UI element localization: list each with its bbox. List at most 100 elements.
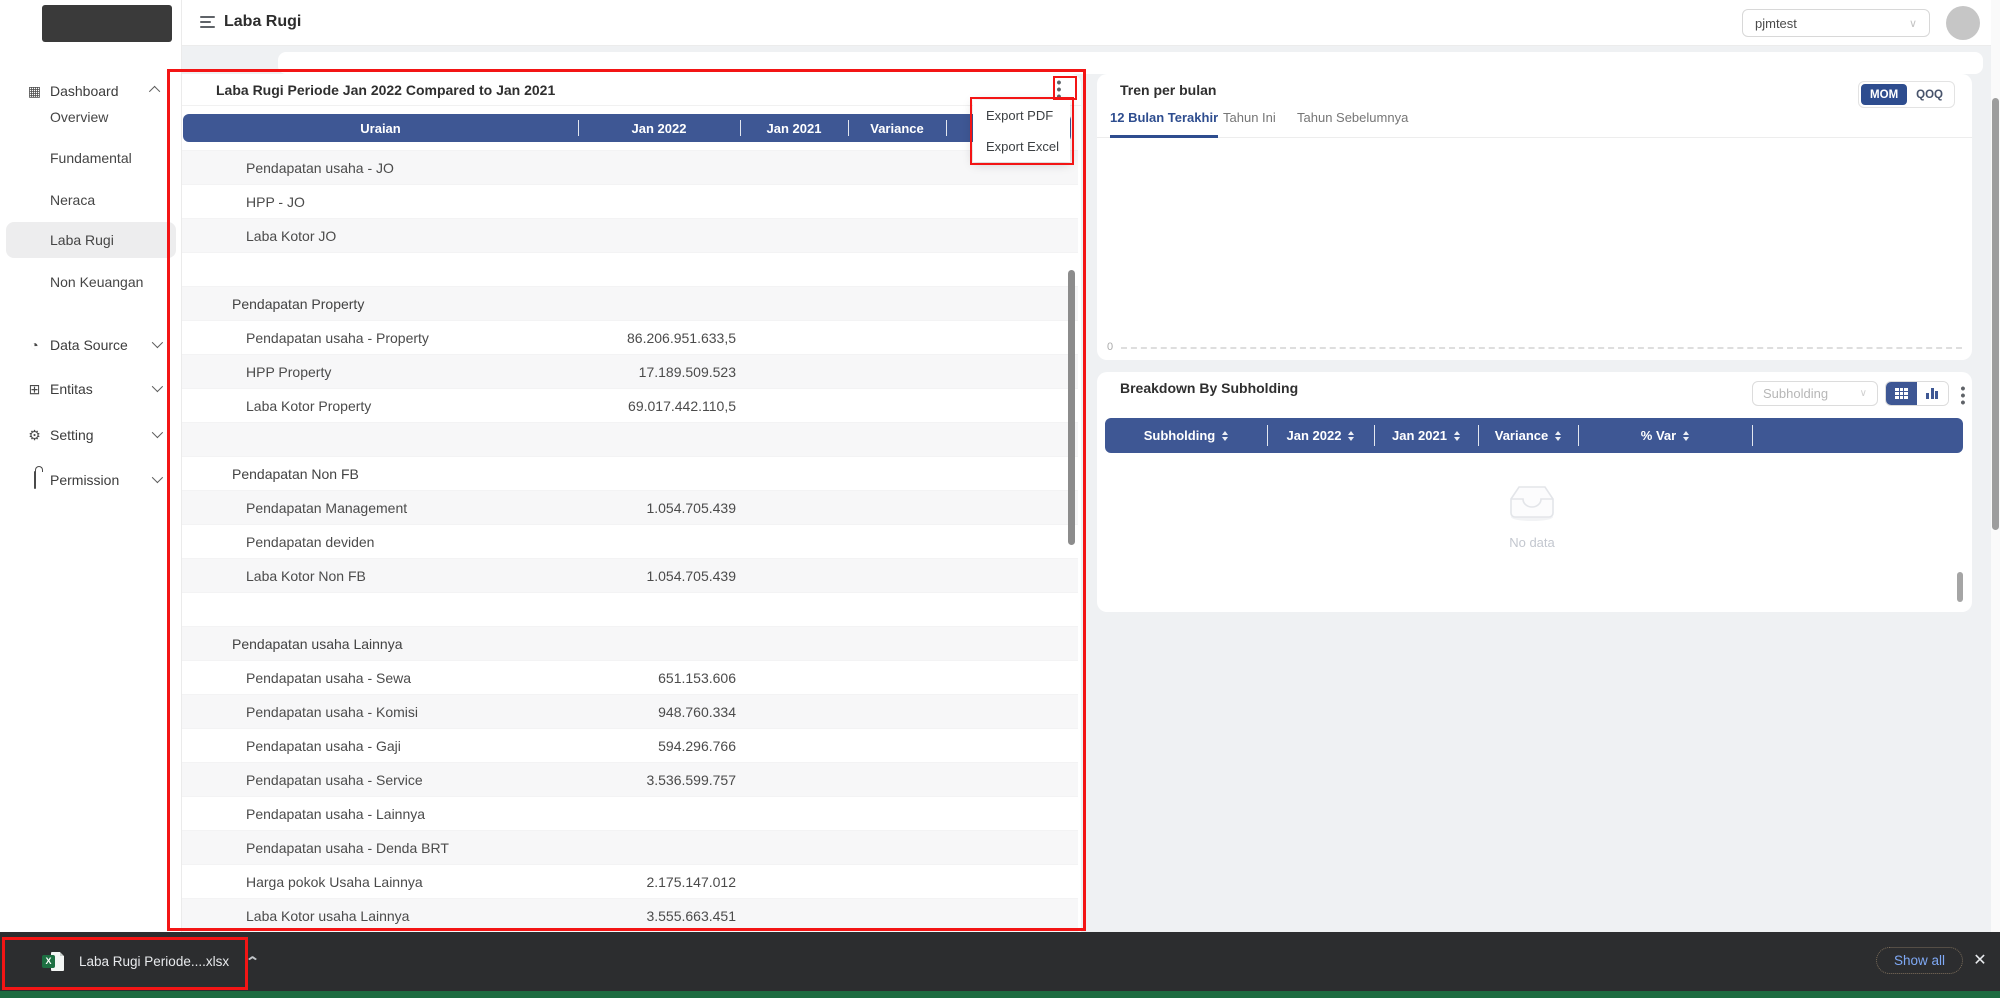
tab-tahun-ini[interactable]: Tahun Ini bbox=[1223, 110, 1276, 138]
column-header-variance: Variance bbox=[848, 114, 946, 142]
sidebar-item-entitas[interactable]: ⊞Entitas bbox=[6, 371, 176, 407]
sidebar-item-setting[interactable]: ⚙Setting bbox=[6, 417, 176, 453]
table-row: Pendapatan usaha - Gaji594.296.766 bbox=[176, 728, 1078, 762]
breakdown-card: Breakdown By Subholding Subholding ∨ •••… bbox=[1097, 372, 1972, 612]
row-label: Laba Kotor JO bbox=[176, 228, 336, 244]
sidebar-item-label: Permission bbox=[50, 472, 152, 488]
sidebar-item-overview[interactable]: Overview bbox=[6, 99, 176, 135]
table-row: Pendapatan usaha - JO bbox=[176, 150, 1078, 184]
downloaded-file-chip[interactable]: X Laba Rugi Periode....xlsx ⌃ bbox=[0, 932, 258, 991]
table-row bbox=[176, 422, 1078, 456]
sidebar-item-label: Non Keuangan bbox=[50, 274, 143, 290]
sidebar-item-label: Laba Rugi bbox=[50, 232, 114, 248]
table-row: HPP - JO bbox=[176, 184, 1078, 218]
show-all-button[interactable]: Show all bbox=[1876, 947, 1963, 974]
table-row: HPP Property 17.189.509.523 bbox=[176, 354, 1078, 388]
workspace-select-value: pjmtest bbox=[1755, 16, 1797, 31]
row-value-jan-2022: 1.054.705.439 bbox=[578, 568, 736, 584]
row-label: Pendapatan deviden bbox=[176, 534, 374, 550]
sidebar-item-non-keuangan[interactable]: Non Keuangan bbox=[6, 264, 176, 300]
breakdown-column-jan-2022[interactable]: Jan 2022 bbox=[1267, 418, 1374, 453]
row-label: Pendapatan usaha - Komisi bbox=[176, 704, 418, 720]
no-data-placeholder: No data bbox=[1487, 482, 1577, 550]
breakdown-scrollbar[interactable] bbox=[1957, 572, 1963, 602]
sidebar: ▦DashboardOverviewFundamentalNeracaLaba … bbox=[0, 0, 182, 932]
column-header-label: Jan 2021 bbox=[1392, 428, 1447, 443]
column-header-label: Variance bbox=[870, 121, 924, 136]
chevron-up-icon[interactable]: ⌃ bbox=[245, 954, 260, 970]
row-value-jan-2022: 17.189.509.523 bbox=[578, 364, 736, 380]
table-row: Pendapatan usaha - Service 3.536.599.757 bbox=[176, 762, 1078, 796]
table-scrollbar[interactable] bbox=[1068, 270, 1075, 545]
table-row: Pendapatan Property bbox=[176, 286, 1078, 320]
card-title: Breakdown By Subholding bbox=[1120, 380, 1298, 396]
row-label: Pendapatan usaha - Gaji bbox=[176, 738, 401, 754]
breakdown-kebab-icon[interactable]: ••• bbox=[1954, 382, 1972, 404]
toggle-mom[interactable]: MOM bbox=[1861, 84, 1907, 105]
workspace-select[interactable]: pjmtest ∨ bbox=[1742, 9, 1930, 37]
breakdown-column-jan-2021[interactable]: Jan 2021 bbox=[1374, 418, 1478, 453]
table-row: Pendapatan Non FB bbox=[176, 456, 1078, 490]
table-row: Laba Kotor Non FB 1.054.705.439 bbox=[176, 558, 1078, 592]
sort-icon[interactable] bbox=[1555, 431, 1561, 441]
tab-12-bulan-terakhir[interactable]: 12 Bulan Terakhir bbox=[1110, 110, 1218, 138]
dashboard-grid-icon: ▦ bbox=[26, 83, 43, 100]
entity-grid-icon: ⊞ bbox=[26, 381, 43, 398]
row-label: Harga pokok Usaha Lainnya bbox=[176, 874, 423, 890]
breakdown-column-subholding[interactable]: Subholding bbox=[1105, 418, 1267, 453]
divider bbox=[172, 105, 1081, 106]
table-row: Pendapatan usaha - Sewa651.153.606 bbox=[176, 660, 1078, 694]
chevron-down-icon bbox=[152, 475, 160, 486]
row-value-jan-2022: 69.017.442.110,5 bbox=[578, 398, 736, 414]
table-row: Pendapatan usaha - Komisi948.760.334 bbox=[176, 694, 1078, 728]
table-grid-icon bbox=[1895, 388, 1908, 399]
sidebar-item-laba-rugi[interactable]: Laba Rugi bbox=[6, 222, 176, 258]
chevron-down-icon bbox=[152, 384, 160, 395]
sidebar-collapse-icon[interactable] bbox=[200, 16, 215, 28]
close-downloads-bar-icon[interactable]: ✕ bbox=[1970, 950, 1990, 970]
gear-icon: ⚙ bbox=[26, 427, 43, 444]
sidebar-item-neraca[interactable]: Neraca bbox=[6, 182, 176, 218]
page-scrollbar-track[interactable] bbox=[1991, 0, 2000, 932]
menu-item-export-pdf[interactable]: Export PDF bbox=[973, 100, 1070, 131]
chart-view-button[interactable] bbox=[1917, 382, 1948, 405]
sort-icon[interactable] bbox=[1454, 431, 1460, 441]
table-row: Pendapatan usaha Lainnya bbox=[176, 626, 1078, 660]
table-row: Laba Kotor JO bbox=[176, 218, 1078, 252]
breakdown-column-var[interactable]: % Var bbox=[1578, 418, 1752, 453]
sidebar-item-data-source[interactable]: ◔Data Source bbox=[6, 327, 176, 363]
bar-chart-icon bbox=[1926, 388, 1939, 399]
downloads-bar: X Laba Rugi Periode....xlsx ⌃ Show all ✕ bbox=[0, 932, 2000, 991]
tab-tahun-sebelumnya[interactable]: Tahun Sebelumnya bbox=[1297, 110, 1408, 138]
sort-icon[interactable] bbox=[1222, 431, 1228, 441]
row-value-jan-2022: 1.054.705.439 bbox=[578, 500, 736, 516]
toggle-qoq[interactable]: QOQ bbox=[1907, 84, 1952, 105]
zero-gridline bbox=[1121, 347, 1962, 349]
breakdown-column-variance[interactable]: Variance bbox=[1478, 418, 1578, 453]
column-header-label: % Var bbox=[1641, 428, 1676, 443]
sidebar-item-fundamental[interactable]: Fundamental bbox=[6, 140, 176, 176]
column-header-jan-2021: Jan 2021 bbox=[740, 114, 848, 142]
view-toggle bbox=[1885, 381, 1949, 406]
sort-icon[interactable] bbox=[1683, 431, 1689, 441]
sidebar-item-label: Neraca bbox=[50, 192, 95, 208]
row-label: Laba Kotor Non FB bbox=[176, 568, 366, 584]
page-title: Laba Rugi bbox=[224, 13, 301, 31]
sidebar-item-permission[interactable]: Permission bbox=[6, 462, 176, 498]
no-data-text: No data bbox=[1487, 535, 1577, 550]
row-label: Pendapatan usaha - Service bbox=[176, 772, 423, 788]
column-header-uraian: Uraian bbox=[183, 114, 578, 142]
avatar[interactable] bbox=[1946, 6, 1980, 40]
breakdown-header-row: SubholdingJan 2022 Jan 2021 Variance % Var bbox=[1105, 418, 1963, 453]
chevron-up-icon bbox=[152, 86, 160, 97]
table-view-button[interactable] bbox=[1886, 382, 1917, 405]
card-menu-kebab-icon[interactable]: ••• bbox=[1050, 76, 1068, 98]
sort-icon[interactable] bbox=[1348, 431, 1354, 441]
row-label: Pendapatan usaha - Sewa bbox=[176, 670, 411, 686]
subholding-select[interactable]: Subholding ∨ bbox=[1752, 381, 1878, 406]
page-scrollbar-thumb[interactable] bbox=[1992, 98, 1999, 530]
row-label: HPP Property bbox=[176, 364, 331, 380]
menu-item-export-excel[interactable]: Export Excel bbox=[973, 131, 1070, 162]
row-value-jan-2022: 3.536.599.757 bbox=[578, 772, 736, 788]
excel-file-icon: X bbox=[42, 951, 64, 973]
